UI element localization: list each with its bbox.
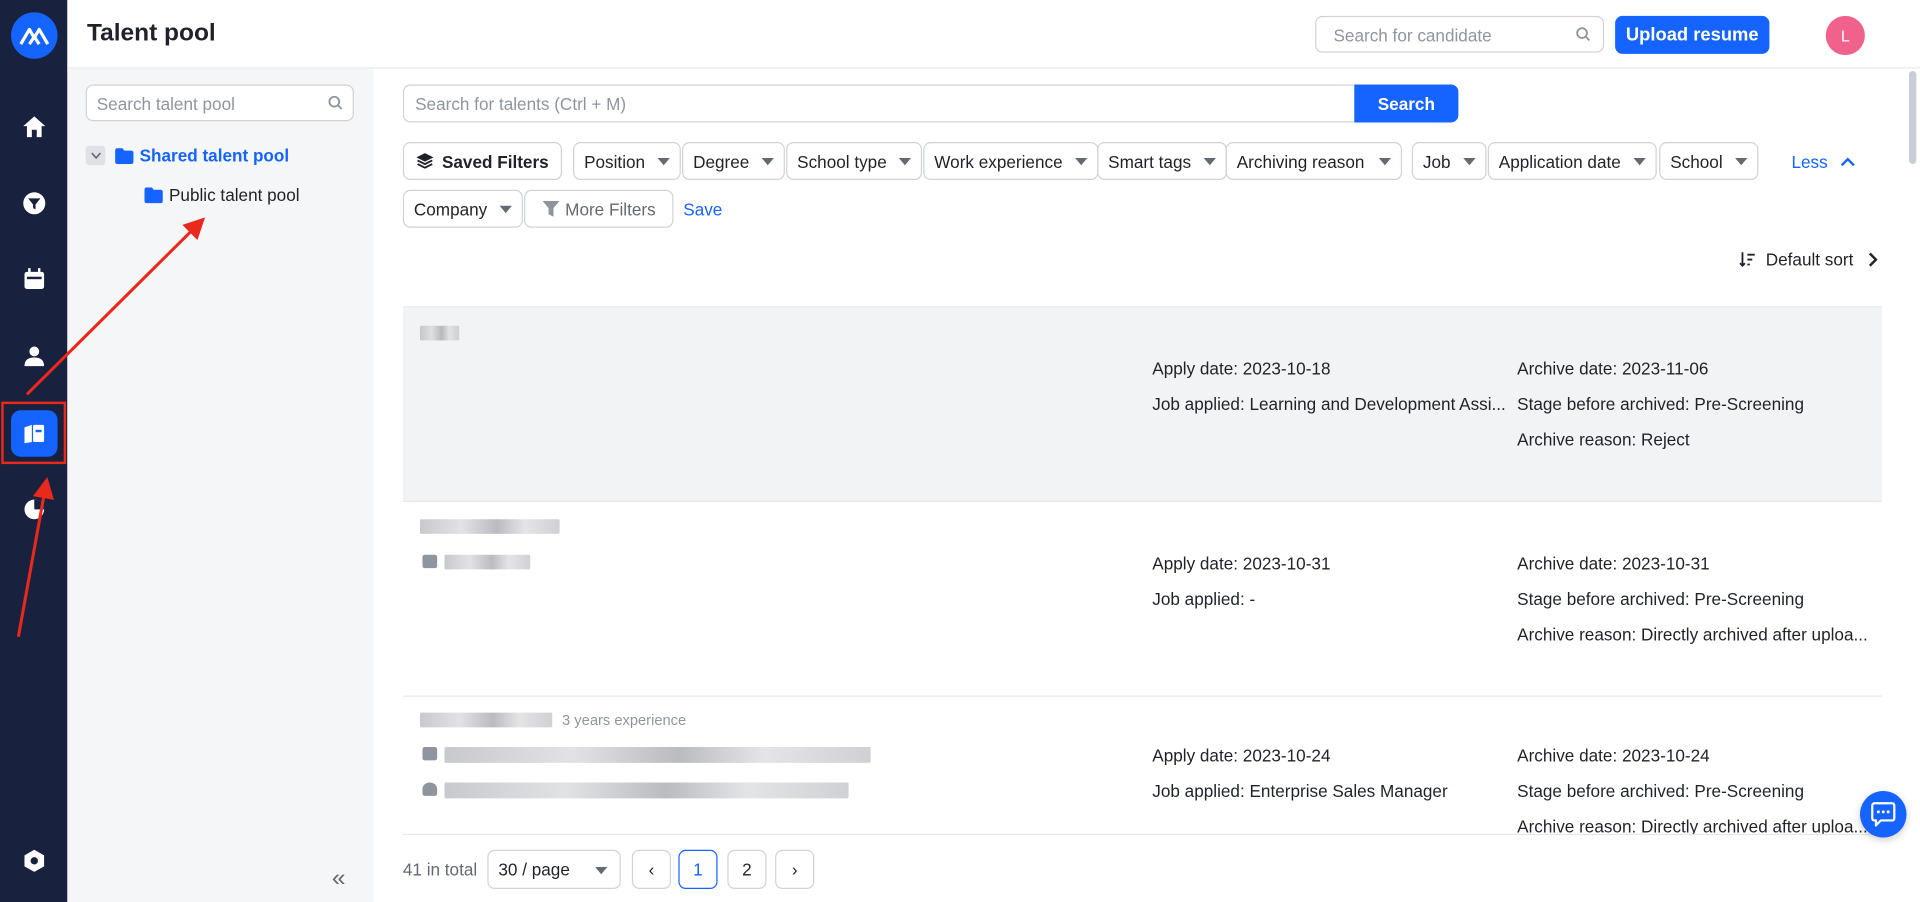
- caret-down-icon: [657, 157, 670, 165]
- candidate-search-placeholder: Search for candidate: [1333, 25, 1492, 46]
- filter-school-label: School: [1670, 151, 1723, 171]
- stage-before-archived: Stage before archived: Pre-Screening: [1517, 781, 1804, 801]
- filter-icon: [541, 200, 560, 217]
- filter-smart-tags[interactable]: Smart tags: [1097, 142, 1227, 181]
- archive-reason: Archive reason: Directly archived after …: [1517, 816, 1868, 834]
- sort-label: Default sort: [1765, 249, 1854, 270]
- caret-down-icon: [1074, 157, 1088, 165]
- upload-resume-button[interactable]: Upload resume: [1615, 15, 1770, 54]
- chat-support-button[interactable]: [1860, 791, 1907, 838]
- chevron-up-icon: [1840, 157, 1855, 167]
- archive-date: Archive date: 2023-11-06: [1517, 358, 1709, 379]
- arrow-to-talent-pool-nav: [16, 477, 55, 638]
- talent-search-input[interactable]: Search for talents (Ctrl + M): [402, 84, 1355, 123]
- sort-icon: [1739, 252, 1755, 268]
- caret-down-icon: [1378, 157, 1392, 165]
- filter-smart-tags-label: Smart tags: [1108, 151, 1192, 171]
- caret-down-icon: [761, 157, 774, 165]
- filter-work-experience-label: Work experience: [934, 151, 1063, 171]
- archive-date: Archive date: 2023-10-31: [1517, 553, 1710, 574]
- candidate-row[interactable]: Apply date: 2023-10-31 Job applied: - Ar…: [402, 500, 1883, 696]
- candidate-list: Apply date: 2023-10-18 Job applied: Lear…: [402, 306, 1883, 834]
- vertical-scrollbar[interactable]: [1908, 71, 1917, 165]
- less-filters-label: Less: [1791, 151, 1828, 172]
- stage-before-archived: Stage before archived: Pre-Screening: [1517, 588, 1804, 609]
- filter-position[interactable]: Position: [573, 142, 681, 181]
- filter-application-date-label: Application date: [1498, 151, 1621, 171]
- filter-application-date[interactable]: Application date: [1487, 142, 1657, 181]
- arrow-to-public-pool: [25, 217, 206, 396]
- filter-degree[interactable]: Degree: [682, 142, 785, 181]
- filter-position-label: Position: [584, 151, 646, 171]
- more-filters-label: More Filters: [565, 198, 656, 219]
- apply-date: Apply date: 2023-10-18: [1152, 358, 1331, 379]
- caret-down-icon: [499, 205, 512, 213]
- sort-control[interactable]: Default sort: [1739, 249, 1878, 270]
- annotation-arrows: [16, 217, 206, 638]
- chat-bubble-icon: [1871, 802, 1896, 827]
- filter-archiving-reason[interactable]: Archiving reason: [1225, 142, 1403, 181]
- page-1-button[interactable]: 1: [678, 849, 718, 889]
- page-2-button[interactable]: 2: [727, 849, 767, 889]
- filter-archiving-reason-label: Archiving reason: [1236, 151, 1365, 171]
- archive-date: Archive date: 2023-10-24: [1517, 745, 1710, 766]
- caret-down-icon: [595, 866, 608, 875]
- archive-reason: Archive reason: Reject: [1517, 429, 1690, 450]
- caret-down-icon: [1734, 157, 1748, 165]
- job-applied: Job applied: -: [1152, 588, 1256, 609]
- stage-before-archived: Stage before archived: Pre-Screening: [1517, 394, 1804, 414]
- less-filters-toggle[interactable]: Less: [1791, 151, 1855, 172]
- search-button[interactable]: Search: [1354, 84, 1459, 123]
- filter-degree-label: Degree: [693, 151, 750, 171]
- more-filters-button[interactable]: More Filters: [524, 189, 674, 228]
- filter-school[interactable]: School: [1659, 142, 1759, 181]
- talent-list-panel: Search for talents (Ctrl + M) Search Sav…: [373, 68, 1920, 902]
- candidate-row[interactable]: Apply date: 2023-10-18 Job applied: Lear…: [402, 306, 1883, 501]
- footer-divider: [402, 833, 1883, 836]
- next-page-button[interactable]: ›: [775, 849, 815, 889]
- prev-page-button[interactable]: ‹: [631, 849, 672, 889]
- redacted-school: [444, 782, 849, 799]
- caret-down-icon: [898, 157, 912, 165]
- candidate-search-input[interactable]: Search for candidate: [1315, 15, 1605, 53]
- save-filters-link[interactable]: Save: [683, 200, 722, 220]
- apply-date: Apply date: 2023-10-31: [1152, 553, 1331, 574]
- search-icon: [1576, 27, 1591, 42]
- caret-down-icon: [1633, 157, 1646, 165]
- filter-school-type[interactable]: School type: [786, 142, 923, 181]
- user-avatar[interactable]: L: [1825, 15, 1865, 56]
- filter-work-experience[interactable]: Work experience: [923, 142, 1099, 181]
- filter-job-label: Job: [1422, 151, 1451, 171]
- caret-down-icon: [1462, 157, 1476, 165]
- filter-job[interactable]: Job: [1411, 142, 1487, 181]
- apply-date: Apply date: 2023-10-24: [1152, 745, 1331, 766]
- candidate-row[interactable]: 3 years experience Apply date: 2023-10-2…: [402, 695, 1883, 834]
- page-size-select[interactable]: 30 / page: [487, 849, 621, 889]
- filter-school-type-label: School type: [797, 151, 887, 171]
- job-applied: Job applied: Learning and Development As…: [1152, 394, 1506, 414]
- page-size-value: 30 / page: [498, 859, 570, 880]
- archive-reason: Archive reason: Directly archived after …: [1517, 624, 1868, 645]
- caret-down-icon: [1203, 157, 1216, 165]
- job-applied: Job applied: Enterprise Sales Manager: [1152, 781, 1448, 801]
- experience-badge: 3 years experience: [562, 711, 687, 729]
- redacted-company: [444, 746, 871, 763]
- chevron-right-icon: [1868, 252, 1878, 267]
